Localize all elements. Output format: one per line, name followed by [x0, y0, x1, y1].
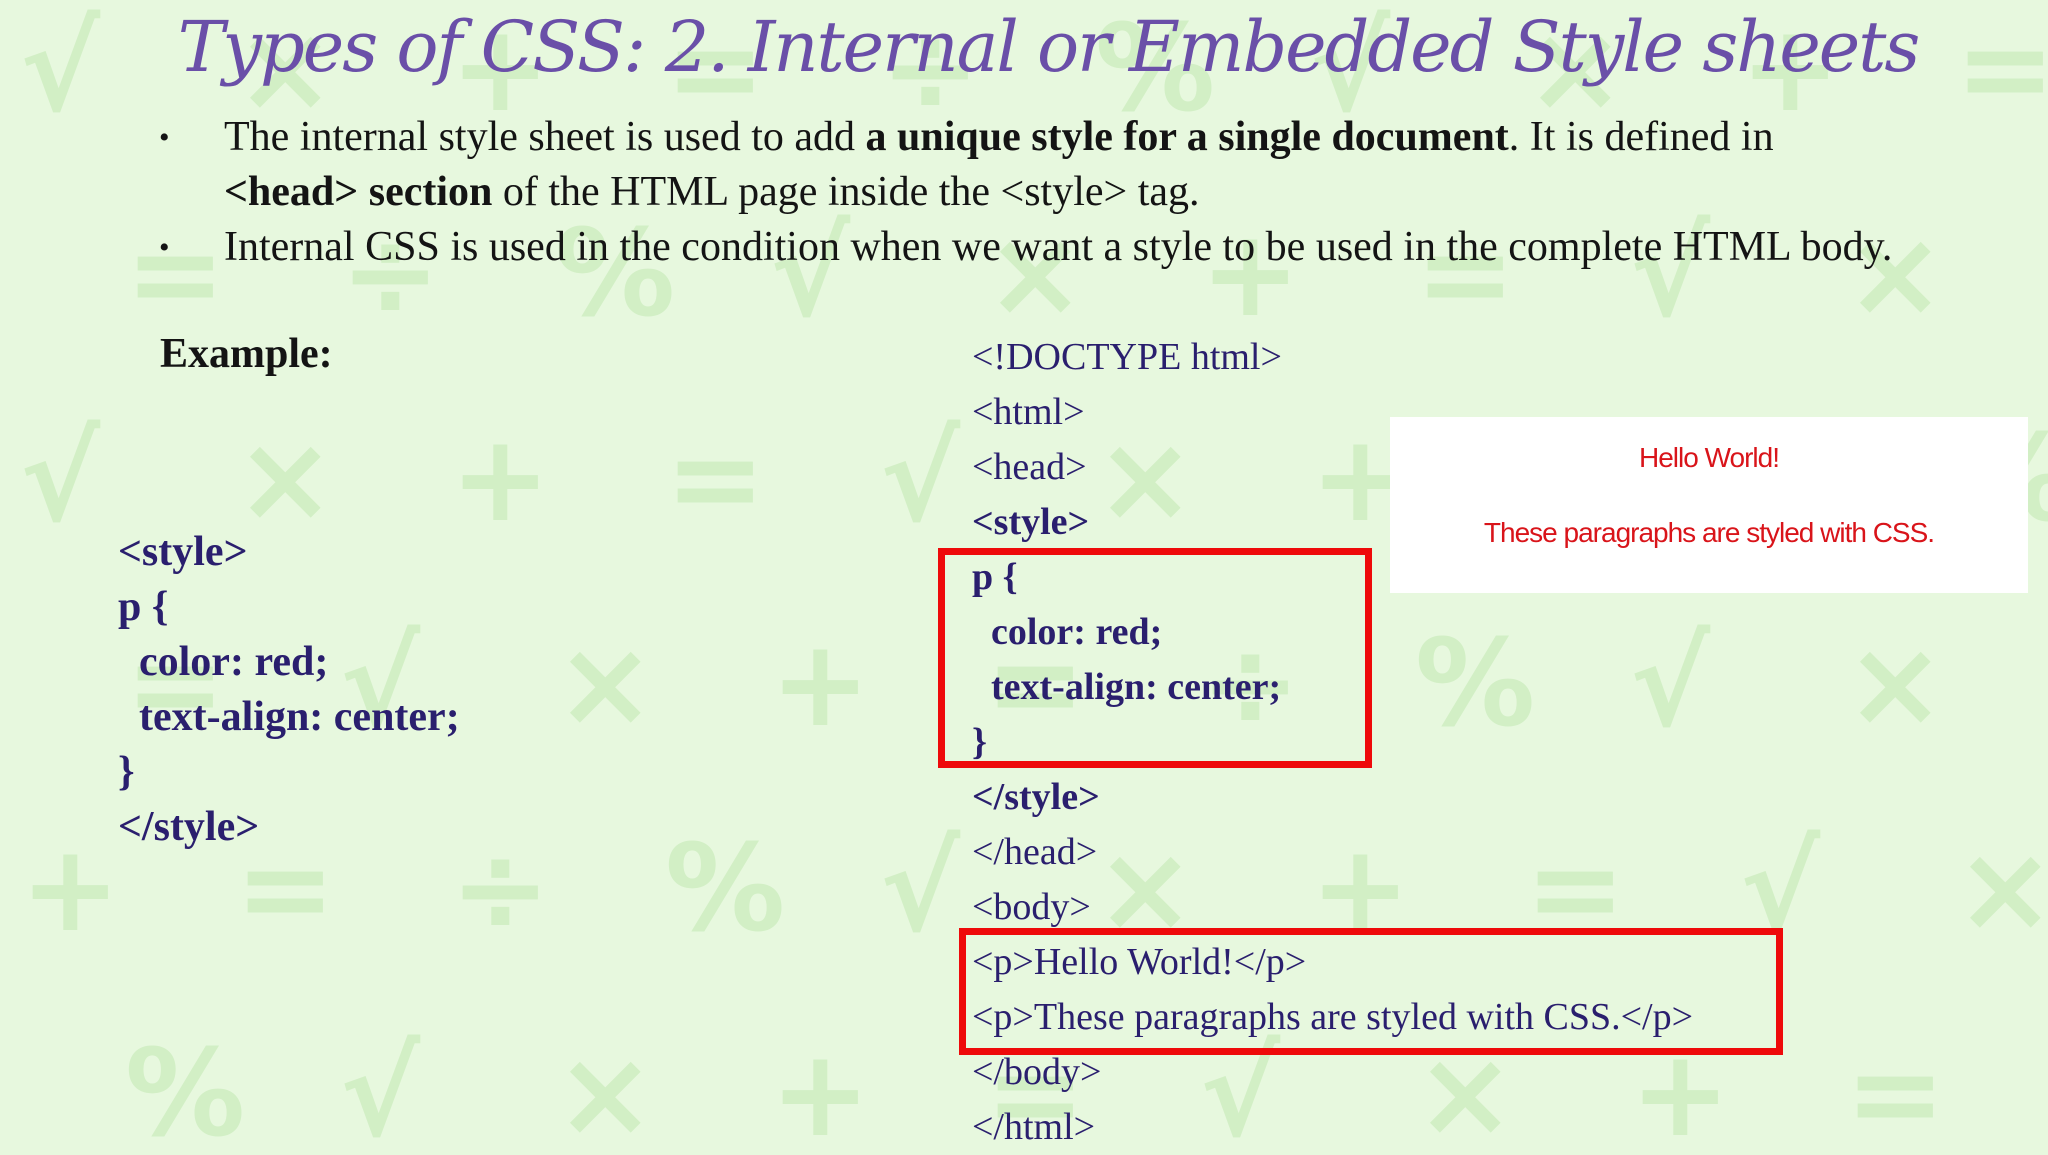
code-line: </html>: [972, 1106, 1096, 1148]
math-symbol-decoration: ×: [555, 1025, 656, 1152]
example-label: Example:: [160, 331, 333, 377]
code-line: <body>: [972, 886, 1091, 928]
bullet-text: The internal style sheet is used to add: [224, 114, 866, 160]
bullet-text: of the HTML page inside the <style> tag.: [492, 169, 1200, 215]
bullet-item: • Internal CSS is used in the condition …: [155, 220, 1915, 275]
bullet-list: • The internal style sheet is used to ad…: [155, 110, 1915, 275]
math-symbol-decoration: ×: [1955, 820, 2048, 959]
math-symbol-decoration: √: [880, 410, 961, 549]
code-line: </head>: [972, 831, 1098, 873]
math-symbol-decoration: ×: [555, 615, 656, 754]
bullet-text: . It is defined in: [1508, 114, 1774, 160]
math-symbol-decoration: +: [20, 820, 121, 959]
browser-output-preview: Hello World! These paragraphs are styled…: [1390, 417, 2028, 593]
math-symbol-decoration: ×: [1845, 615, 1946, 754]
preview-line: These paragraphs are styled with CSS.: [1483, 517, 1935, 548]
code-line: color: red;: [118, 639, 329, 685]
paragraphs-highlight-box: [959, 928, 1783, 1055]
math-symbol-decoration: +: [770, 1025, 871, 1152]
code-line: <!DOCTYPE html>: [972, 336, 1282, 378]
math-symbol-decoration: =: [665, 410, 766, 549]
bullet-item: • The internal style sheet is used to ad…: [155, 110, 1915, 220]
bullet-emphasis: <head> section: [224, 169, 493, 215]
bullet-emphasis: a unique style for a single document: [865, 114, 1509, 160]
bullet-dot: •: [159, 121, 170, 154]
math-symbol-decoration: √: [880, 820, 961, 959]
math-symbol-decoration: √: [340, 1025, 421, 1152]
slide-title: Types of CSS: 2. Internal or Embedded St…: [177, 6, 1921, 88]
math-symbol-decoration: √: [20, 410, 101, 549]
code-line: <style>: [118, 529, 248, 575]
code-line: text-align: center;: [118, 694, 460, 740]
math-symbol-decoration: +: [770, 615, 871, 754]
code-line: </style>: [118, 804, 260, 850]
preview-line: Hello World!: [1639, 442, 1780, 473]
code-line: </style>: [972, 776, 1100, 818]
css-rule-highlight-box: [938, 548, 1372, 768]
bullet-text: Internal CSS is used in the condition wh…: [224, 224, 1893, 270]
math-symbol-decoration: =: [1845, 1025, 1946, 1152]
code-line: p {: [118, 584, 169, 630]
css-snippet: <style> p { color: red; text-align: cent…: [118, 525, 460, 855]
code-line: }: [118, 749, 135, 795]
math-symbol-decoration: %: [125, 1025, 245, 1152]
bullet-dot: •: [159, 231, 170, 264]
math-symbol-decoration: ÷: [450, 820, 551, 959]
math-symbol-decoration: +: [450, 410, 551, 549]
math-symbol-decoration: %: [665, 820, 785, 959]
